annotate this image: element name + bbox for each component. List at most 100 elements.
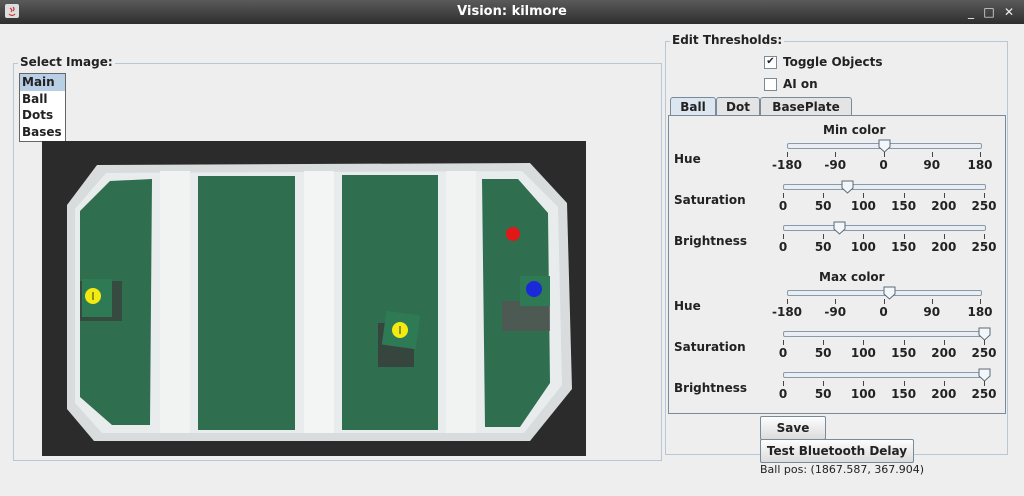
robot-left bbox=[80, 279, 122, 321]
max-saturation-tick bbox=[903, 340, 905, 345]
max-brightness-tick bbox=[943, 381, 945, 386]
min-saturation-tick bbox=[903, 193, 905, 198]
list-item-dots[interactable]: Dots bbox=[20, 107, 65, 124]
min-saturation-tick-label: 200 bbox=[931, 199, 957, 213]
max-saturation-thumb[interactable] bbox=[978, 327, 991, 341]
min-hue-tick-label: -90 bbox=[824, 158, 847, 172]
max-brightness-tick bbox=[783, 381, 784, 386]
maximize-button[interactable]: □ bbox=[980, 3, 998, 21]
max-saturation-tick-label: 100 bbox=[850, 346, 876, 360]
ai-on-label: AI on bbox=[783, 77, 818, 91]
min-hue-tick bbox=[787, 152, 788, 157]
min-brightness-tick-label: 250 bbox=[971, 240, 997, 254]
max-hue-tick-label: 0 bbox=[879, 305, 888, 319]
max-saturation-tick bbox=[783, 340, 784, 345]
test-bluetooth-delay-button[interactable]: Test Bluetooth Delay bbox=[760, 439, 914, 463]
max-brightness-tick-label: 200 bbox=[931, 387, 957, 401]
max-saturation-tick bbox=[984, 340, 985, 345]
min-brightness-tick-label: 200 bbox=[931, 240, 957, 254]
max-brightness-track[interactable] bbox=[783, 372, 986, 378]
min-saturation-tick-label: 150 bbox=[891, 199, 917, 213]
image-list[interactable]: Main Ball Dots Bases bbox=[19, 73, 66, 142]
tab-dot[interactable]: Dot bbox=[716, 97, 760, 116]
min-hue-tick-label: 90 bbox=[923, 158, 941, 172]
min-saturation-tick-label: 100 bbox=[850, 199, 876, 213]
max-brightness-tick-label: 50 bbox=[814, 387, 832, 401]
min-hue-tick bbox=[883, 152, 885, 157]
max-saturation-tick bbox=[823, 340, 825, 345]
min-hue-thumb[interactable] bbox=[878, 139, 891, 153]
max-hue-thumb[interactable] bbox=[883, 286, 896, 300]
select-image-legend: Select Image: bbox=[18, 55, 115, 69]
toggle-objects-checkbox[interactable]: ✔ Toggle Objects bbox=[764, 54, 882, 70]
min-saturation-thumb[interactable] bbox=[841, 180, 854, 194]
toggle-objects-check-icon[interactable]: ✔ bbox=[764, 55, 777, 69]
max-brightness-tick-label: 0 bbox=[778, 387, 788, 401]
min-hue-tick bbox=[931, 152, 933, 157]
min-brightness-label: Brightness bbox=[674, 234, 748, 248]
max-brightness-tick-label: 250 bbox=[971, 387, 997, 401]
max-saturation-track[interactable] bbox=[783, 331, 986, 337]
list-item-main[interactable]: Main bbox=[20, 74, 65, 91]
min-saturation-tick-label: 50 bbox=[814, 199, 832, 213]
max-brightness-tick bbox=[863, 381, 865, 386]
min-hue-tick-label: 0 bbox=[879, 158, 888, 172]
list-item-ball[interactable]: Ball bbox=[20, 91, 65, 108]
max-hue-tick-label: -180 bbox=[771, 305, 803, 319]
camera-view bbox=[42, 141, 586, 456]
ball-position-status: Ball pos: (1867.587, 367.904) bbox=[760, 463, 925, 476]
min-brightness-tick-label: 100 bbox=[850, 240, 876, 254]
min-brightness-track[interactable] bbox=[783, 225, 986, 231]
min-brightness-tick bbox=[903, 234, 905, 239]
max-brightness-tick bbox=[823, 381, 825, 386]
min-hue-tick-label: 180 bbox=[967, 158, 993, 172]
min-brightness-thumb[interactable] bbox=[833, 221, 846, 235]
min-saturation-label: Saturation bbox=[674, 193, 746, 207]
max-saturation-tick-label: 150 bbox=[891, 346, 917, 360]
max-brightness-thumb[interactable] bbox=[978, 368, 991, 382]
min-saturation-tick bbox=[863, 193, 865, 198]
min-saturation-track[interactable] bbox=[783, 184, 986, 190]
max-saturation-tick bbox=[863, 340, 865, 345]
max-saturation-tick bbox=[943, 340, 945, 345]
max-hue-tick bbox=[787, 299, 788, 304]
min-hue-label: Hue bbox=[674, 152, 701, 166]
max-saturation-tick-label: 250 bbox=[971, 346, 997, 360]
tab-ball[interactable]: Ball bbox=[670, 97, 716, 117]
max-hue-tick bbox=[931, 299, 933, 304]
max-brightness-tick-label: 150 bbox=[891, 387, 917, 401]
min-brightness-tick bbox=[783, 234, 784, 239]
ai-on-checkbox[interactable]: AI on bbox=[764, 76, 818, 92]
min-saturation-tick bbox=[984, 193, 985, 198]
edit-thresholds-legend: Edit Thresholds: bbox=[670, 33, 785, 47]
min-saturation-tick bbox=[943, 193, 945, 198]
min-brightness-tick-label: 150 bbox=[891, 240, 917, 254]
tab-baseplate[interactable]: BasePlate bbox=[760, 97, 852, 116]
min-saturation-tick-label: 250 bbox=[971, 199, 997, 213]
close-button[interactable]: ✕ bbox=[1000, 3, 1018, 21]
max-saturation-tick-label: 50 bbox=[814, 346, 832, 360]
max-hue-tick bbox=[883, 299, 885, 304]
ai-on-check-icon[interactable] bbox=[764, 77, 777, 91]
list-item-bases[interactable]: Bases bbox=[20, 124, 65, 141]
ball-marker bbox=[506, 227, 520, 241]
max-hue-tick bbox=[835, 299, 837, 304]
min-hue-tick-label: -180 bbox=[771, 158, 803, 172]
max-hue-tick bbox=[980, 299, 981, 304]
min-brightness-tick bbox=[943, 234, 945, 239]
min-hue-tick bbox=[980, 152, 981, 157]
minimize-button[interactable]: _ bbox=[962, 3, 980, 21]
min-brightness-tick-label: 0 bbox=[778, 240, 788, 254]
max-hue-tick-label: 180 bbox=[967, 305, 993, 319]
max-saturation-tick-label: 0 bbox=[778, 346, 788, 360]
min-saturation-tick bbox=[783, 193, 784, 198]
max-hue-tick-label: -90 bbox=[824, 305, 847, 319]
save-button[interactable]: Save bbox=[760, 416, 826, 440]
min-hue-tick bbox=[835, 152, 837, 157]
min-saturation-tick-label: 0 bbox=[778, 199, 788, 213]
max-brightness-label: Brightness bbox=[674, 381, 748, 395]
max-brightness-tick bbox=[984, 381, 985, 386]
min-brightness-tick bbox=[863, 234, 865, 239]
min-brightness-tick bbox=[984, 234, 985, 239]
min-color-title: Min color bbox=[823, 123, 886, 137]
